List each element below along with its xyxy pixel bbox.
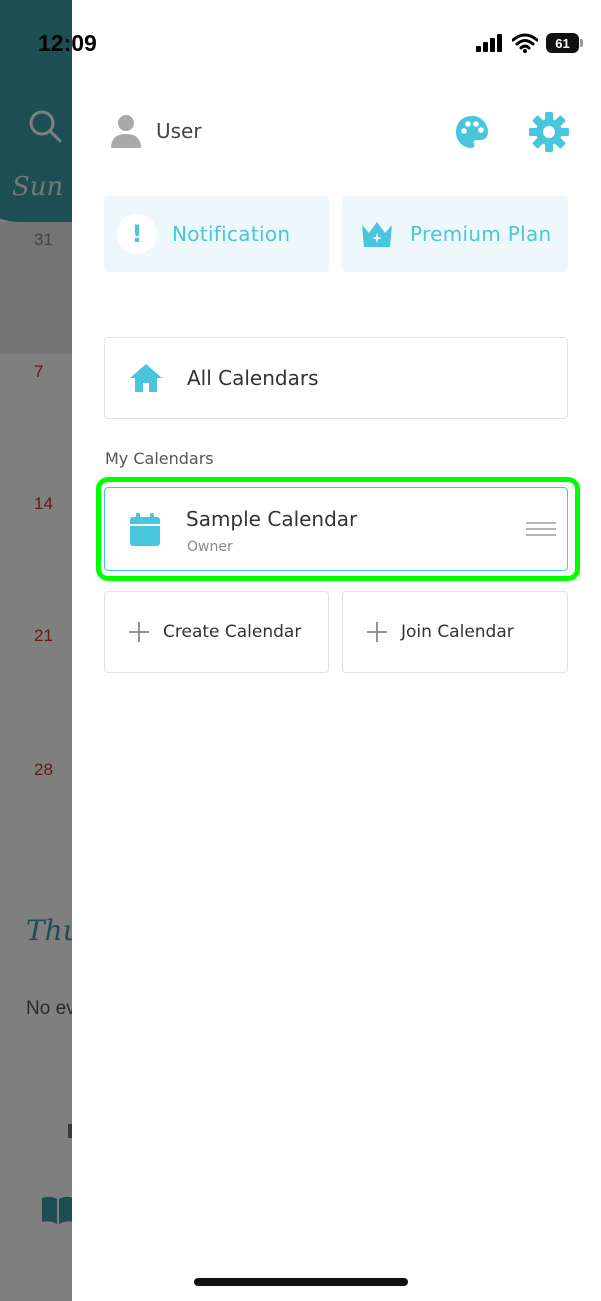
user-name: User [156, 119, 202, 143]
gear-icon[interactable] [528, 111, 570, 153]
drag-handle-icon[interactable] [526, 520, 556, 538]
calendar-list-item[interactable]: Sample Calendar Owner [104, 487, 568, 571]
exclamation-icon: ! [117, 214, 157, 254]
crown-icon [362, 222, 392, 247]
palette-icon[interactable] [454, 114, 490, 150]
status-time: 12:09 [38, 30, 97, 56]
home-indicator[interactable] [194, 1278, 408, 1286]
notification-button[interactable]: ! Notification [104, 196, 329, 272]
create-calendar-label: Create Calendar [163, 622, 302, 642]
plus-icon [367, 622, 387, 642]
navigation-drawer: User ! Notification Premium Plan All Cal… [72, 0, 601, 1301]
premium-plan-button[interactable]: Premium Plan [342, 196, 568, 272]
premium-plan-label: Premium Plan [410, 222, 552, 246]
all-calendars-button[interactable]: All Calendars [104, 337, 568, 419]
calendar-name: Sample Calendar [186, 507, 358, 531]
calendar-icon [130, 513, 160, 546]
create-calendar-button[interactable]: Create Calendar [104, 591, 329, 673]
home-icon [130, 364, 162, 392]
user-avatar-icon [111, 115, 141, 148]
all-calendars-label: All Calendars [187, 366, 319, 390]
wifi-icon [512, 33, 538, 53]
my-calendars-heading: My Calendars [105, 449, 214, 468]
plus-icon [129, 622, 149, 642]
join-calendar-label: Join Calendar [401, 622, 514, 642]
notification-label: Notification [172, 222, 291, 246]
signal-icon [476, 34, 502, 52]
calendar-role: Owner [187, 539, 233, 555]
battery-indicator: 61 [546, 33, 583, 53]
user-profile[interactable]: User [110, 113, 202, 149]
status-icons: 61 [476, 33, 583, 53]
join-calendar-button[interactable]: Join Calendar [342, 591, 568, 673]
